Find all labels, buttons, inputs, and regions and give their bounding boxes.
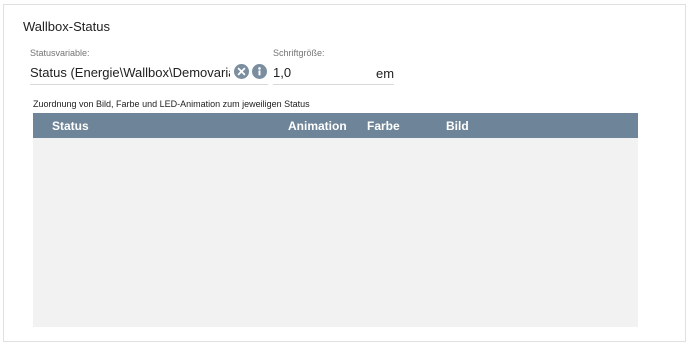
table-header: Status Animation Farbe Bild	[33, 113, 638, 138]
assignment-description: Zuordnung von Bild, Farbe und LED-Animat…	[33, 99, 310, 109]
info-icon[interactable]	[252, 64, 267, 79]
column-header-animation[interactable]: Animation	[288, 119, 347, 133]
font-size-field[interactable]: em	[273, 60, 394, 85]
font-size-label: Schriftgröße:	[273, 48, 325, 58]
clear-icon[interactable]	[234, 64, 249, 79]
panel-title: Wallbox-Status	[23, 19, 110, 34]
column-header-bild[interactable]: Bild	[446, 119, 469, 133]
status-variable-label: Statusvariable:	[30, 48, 90, 58]
font-size-unit: em	[376, 66, 395, 81]
status-assignment-table[interactable]: Status Animation Farbe Bild	[33, 113, 638, 327]
column-header-farbe[interactable]: Farbe	[367, 119, 400, 133]
column-header-status[interactable]: Status	[52, 119, 89, 133]
status-variable-field[interactable]: Status (Energie\Wallbox\Demovariable)	[30, 60, 268, 85]
status-variable-value[interactable]: Status (Energie\Wallbox\Demovariable)	[30, 65, 230, 80]
font-size-input[interactable]	[273, 65, 363, 80]
